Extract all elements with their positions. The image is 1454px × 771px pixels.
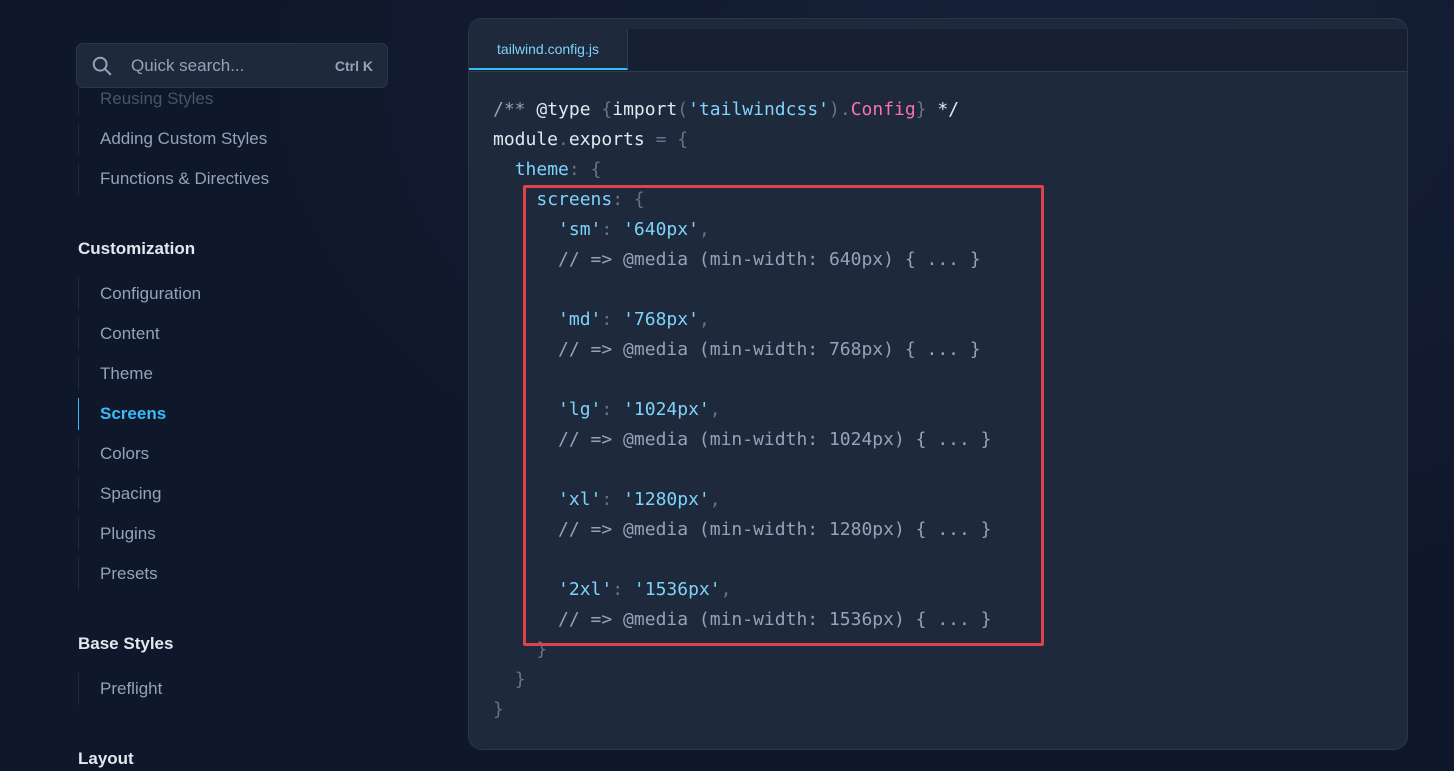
code-line: // => @media (min-width: 1280px) { ... } bbox=[558, 519, 992, 540]
code-line: 'lg': '1024px', bbox=[558, 399, 721, 420]
code-line: // => @media (min-width: 1536px) { ... } bbox=[558, 609, 992, 630]
sidebar-item-configuration[interactable]: Configuration bbox=[78, 278, 338, 310]
section-heading-customization: Customization bbox=[78, 239, 196, 258]
code-line: module.exports = { bbox=[493, 129, 689, 150]
tab-tailwind-config[interactable]: tailwind.config.js bbox=[469, 29, 628, 70]
sidebar-item-functions-directives[interactable]: Functions & Directives bbox=[78, 163, 338, 195]
sidebar-item-spacing[interactable]: Spacing bbox=[78, 478, 338, 510]
code-line: // => @media (min-width: 1024px) { ... } bbox=[558, 429, 992, 450]
editor-tab-bar: tailwind.config.js bbox=[469, 29, 1407, 72]
sidebar-item-adding-custom-styles[interactable]: Adding Custom Styles bbox=[78, 123, 338, 155]
search-shortcut: Ctrl K bbox=[334, 57, 373, 74]
sidebar-item-theme[interactable]: Theme bbox=[78, 358, 338, 390]
code-line: theme: { bbox=[514, 159, 602, 180]
code-line: } bbox=[536, 639, 548, 660]
code-line: } bbox=[514, 669, 526, 690]
search-icon bbox=[92, 56, 112, 75]
quick-search-button[interactable]: Quick search... Ctrl K bbox=[76, 43, 388, 88]
sidebar-item-reusing-styles[interactable]: Reusing Styles bbox=[78, 83, 338, 115]
sidebar-item-plugins[interactable]: Plugins bbox=[78, 518, 338, 550]
code-line: } bbox=[493, 699, 504, 720]
sidebar-item-content[interactable]: Content bbox=[78, 318, 338, 350]
code-line: 'md': '768px', bbox=[558, 309, 710, 330]
section-heading-base-styles: Base Styles bbox=[78, 634, 174, 653]
code-line: screens: { bbox=[536, 189, 645, 210]
code-line: '2xl': '1536px', bbox=[558, 579, 732, 600]
sidebar-item-screens[interactable]: Screens bbox=[78, 398, 338, 430]
code-block: /** @type {import('tailwindcss').Config}… bbox=[493, 95, 992, 725]
section-heading-layout: Layout bbox=[78, 749, 134, 768]
code-line: 'xl': '1280px', bbox=[558, 489, 721, 510]
code-line: /** @type {import('tailwindcss').Config}… bbox=[493, 99, 960, 120]
search-placeholder: Quick search... bbox=[131, 55, 245, 75]
sidebar-item-colors[interactable]: Colors bbox=[78, 438, 338, 470]
code-line: // => @media (min-width: 768px) { ... } bbox=[558, 339, 981, 360]
sidebar-item-presets[interactable]: Presets bbox=[78, 558, 338, 590]
code-line: 'sm': '640px', bbox=[558, 219, 710, 240]
sidebar-item-preflight[interactable]: Preflight bbox=[78, 673, 338, 705]
code-example-panel: tailwind.config.js /** @type {import('ta… bbox=[468, 18, 1408, 750]
code-line: // => @media (min-width: 640px) { ... } bbox=[558, 249, 981, 270]
